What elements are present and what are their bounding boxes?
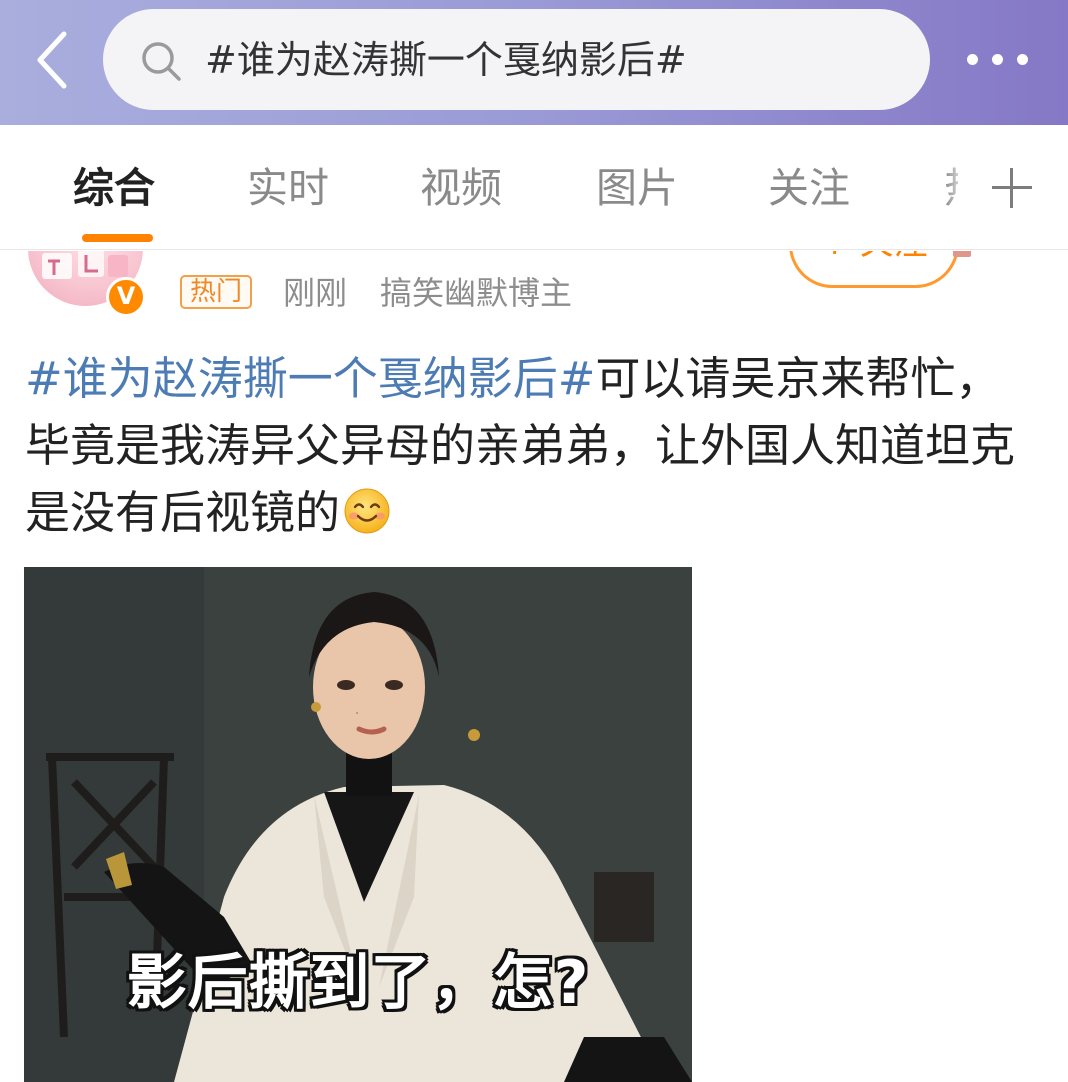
hot-tag: 热门: [180, 275, 253, 309]
image-caption: 影后撕到了，怎?: [126, 948, 590, 1018]
search-input[interactable]: #谁为赵涛撕一个戛纳影后#: [103, 9, 930, 110]
plus-icon[interactable]: [992, 168, 1032, 208]
follow-button[interactable]: + 关注: [789, 251, 959, 288]
more-options-button[interactable]: [958, 40, 1038, 80]
tab-following[interactable]: 关注: [768, 163, 850, 213]
post-time: 刚刚: [283, 274, 348, 312]
smile-emoji-icon: [344, 488, 390, 534]
more-dots-icon: [967, 54, 978, 65]
verified-badge-icon: V: [106, 277, 146, 317]
tab-pictures[interactable]: 图片: [596, 163, 678, 213]
more-dots-icon: [992, 54, 1003, 65]
post-card: V 热门 刚刚 搞笑幽默博主 + 关注 #谁为赵涛撕一个戛纳影后#可以请吴京来帮…: [0, 251, 1068, 1082]
tab-video[interactable]: 视频: [420, 163, 502, 213]
search-query-text: #谁为赵涛撕一个戛纳影后#: [205, 38, 687, 82]
tab-realtime[interactable]: 实时: [247, 163, 329, 213]
back-button[interactable]: [30, 30, 80, 90]
post-body: #谁为赵涛撕一个戛纳影后#可以请吴京来帮忙，毕竟是我涛异父异母的亲弟弟，让外国人…: [25, 345, 1025, 546]
chevron-left-icon: [37, 31, 67, 89]
active-tab-indicator: [82, 234, 153, 242]
top-bar: #谁为赵涛撕一个戛纳影后#: [0, 0, 1068, 125]
search-icon: [142, 42, 181, 81]
tab-comprehensive[interactable]: 综合: [73, 163, 155, 213]
follow-decoration: [953, 251, 971, 257]
search-tabs: 综合 实时 视频 图片 关注 热: [0, 125, 1068, 250]
post-image[interactable]: 影后撕到了，怎?: [24, 567, 692, 1082]
author-description: 搞笑幽默博主: [380, 274, 573, 312]
more-dots-icon: [1017, 54, 1028, 65]
post-hashtag-link[interactable]: #谁为赵涛撕一个戛纳影后#: [25, 352, 595, 405]
